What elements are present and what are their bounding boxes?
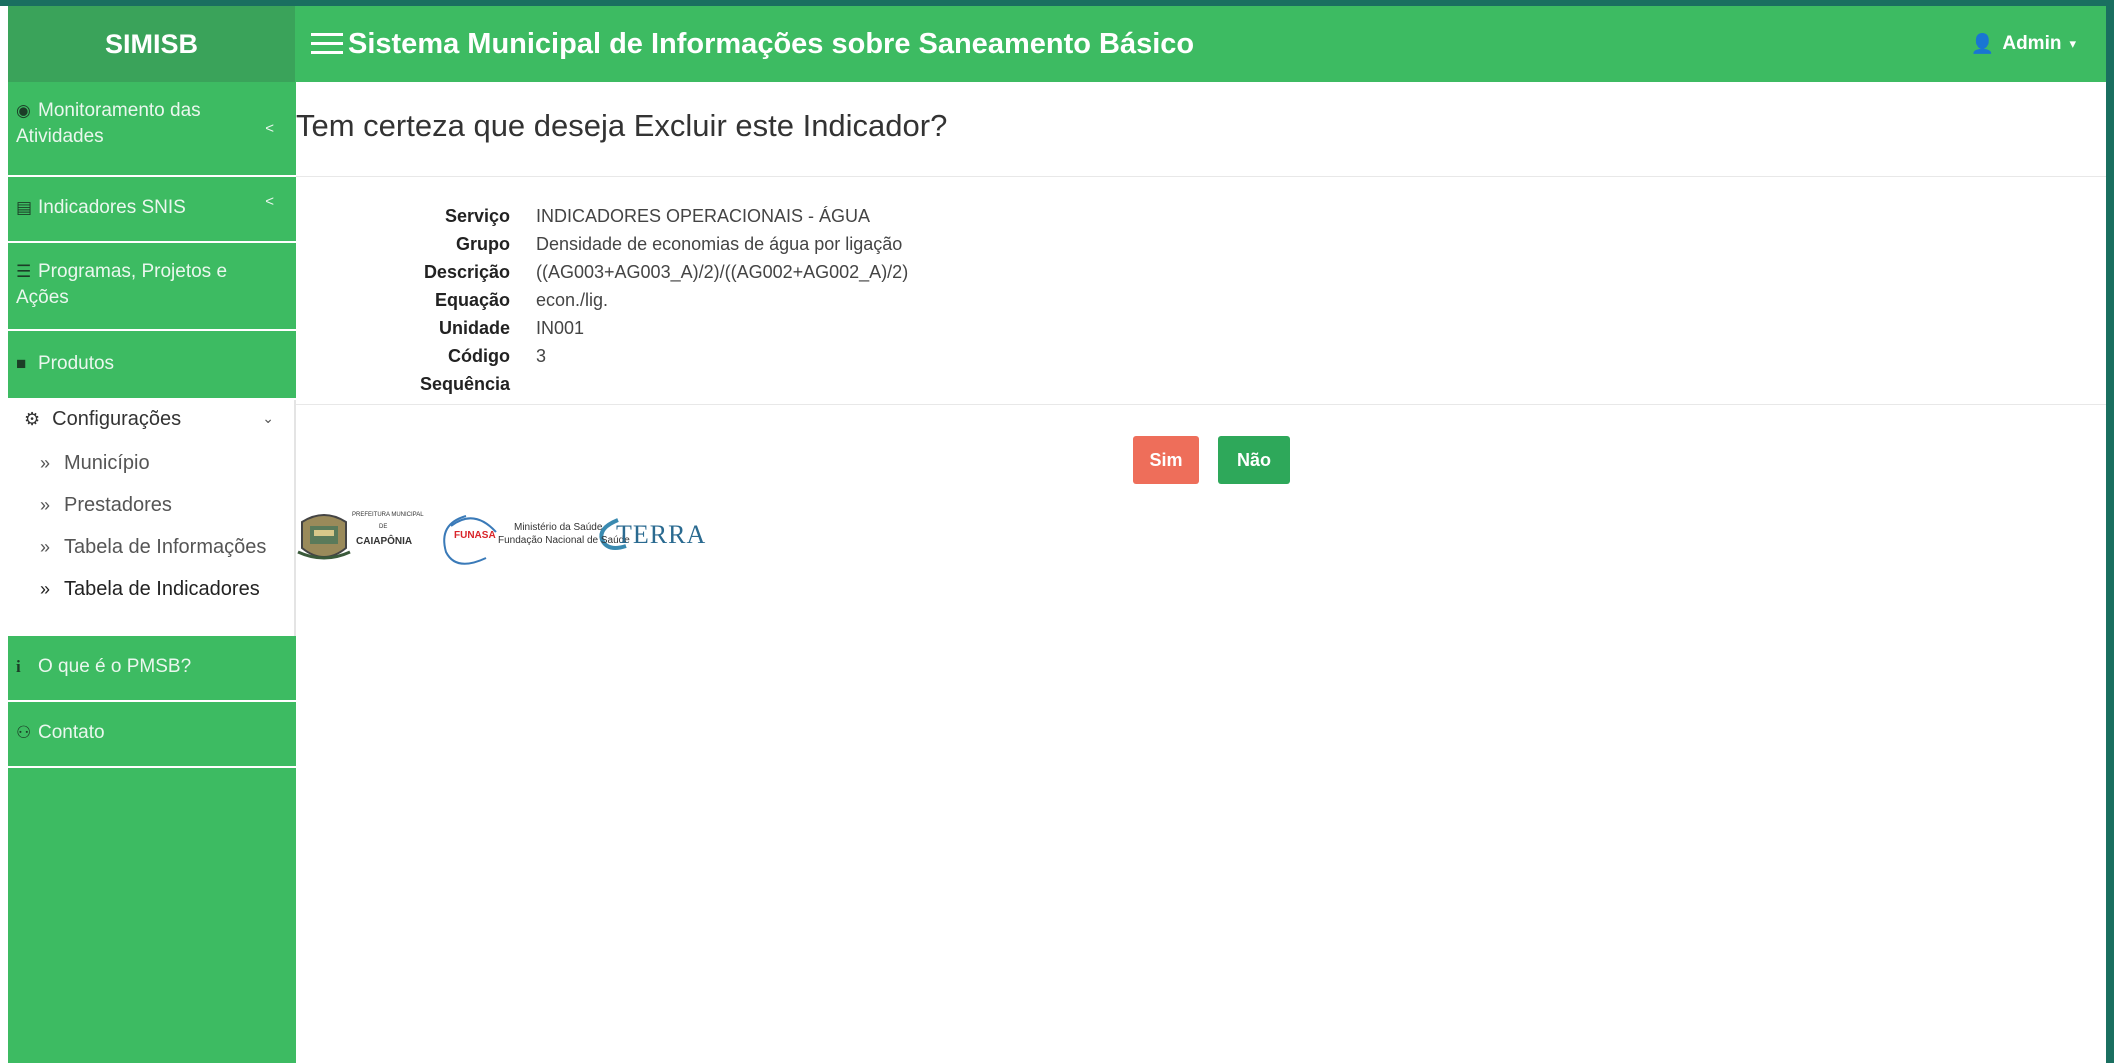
detail-label: Grupo [456,234,510,254]
detail-value: Densidade de economias de água por ligaç… [536,234,903,254]
main-content: Tem certeza que deseja Excluir este Indi… [296,82,2106,1063]
prefeitura-line3: CAIAPÔNIA [356,536,413,547]
submenu-item-tabela-indicadores[interactable]: » Tabela de Indicadores [40,578,260,601]
sidebar-item-programas[interactable]: ☰ Programas, Projetos e Ações [8,243,296,331]
user-menu[interactable]: 👤 Admin ▾ [1971,6,2076,82]
submenu-label: Tabela de Indicadores [64,578,260,600]
brand-logo[interactable]: SIMISB [8,6,295,82]
chevron-left-icon: < [265,193,274,210]
funasa-mark: FUNASA [454,530,496,541]
users-icon: ⚇ [16,723,32,742]
page-title: Tem certeza que deseja Excluir este Indi… [296,108,948,143]
double-chevron-icon: » [40,495,51,515]
prefeitura-line2: DE [379,524,388,530]
double-chevron-icon: » [40,453,51,473]
submenu-label: Tabela de Informações [64,536,267,558]
caret-down-icon: ▾ [2069,36,2076,51]
chevron-down-icon: ⌄ [262,410,274,426]
sidebar-item-pmsb[interactable]: i O que é o PMSB? [8,636,296,702]
submenu-item-tabela-informacoes[interactable]: » Tabela de Informações [40,536,266,559]
sidebar-item-monitoramento[interactable]: ◉ Monitoramento das Atividades < [8,82,296,177]
sidebar-item-label: Programas, Projetos e [38,261,228,282]
sidebar-item-label: Produtos [38,353,115,374]
sidebar-item-produtos[interactable]: ■ Produtos [8,331,296,400]
configuracoes-header[interactable]: ⚙ Configurações [24,408,181,431]
folder-icon: ■ [16,354,27,373]
chevron-left-icon: < [265,120,274,137]
detail-label: Unidade [438,318,510,338]
system-title: Sistema Municipal de Informações sobre S… [348,28,1195,60]
user-name: Admin [2002,33,2062,54]
detail-value: 3 [536,346,547,366]
double-chevron-icon: » [40,579,51,599]
sidebar-item-contato[interactable]: ⚇ Contato [8,702,296,768]
detail-label: Sequência [419,374,510,394]
double-chevron-icon: » [40,537,51,557]
top-navbar: SIMISB Sistema Municipal de Informações … [8,6,2106,82]
sidebar-item-label: Configurações [52,408,182,430]
user-icon: 👤 [1970,34,1995,55]
sidebar-item-configuracoes[interactable]: ⚙ Configurações ⌄ » Município » Prestadores… [8,400,296,636]
sidebar-item-label: Monitoramento das [38,100,201,121]
detail-label: Equação [434,290,510,310]
sidebar-item-label: Ações [16,287,69,308]
table-icon: ▤ [16,198,33,217]
confirm-no-button[interactable]: Não [1218,436,1290,484]
gear-icon: ⚙ [24,409,41,429]
dashboard-icon: ◉ [16,101,31,120]
detail-label: Código [448,346,510,366]
sidebar-item-label: Indicadores SNIS [38,197,186,218]
detail-label: Descrição [423,262,510,282]
detail-value: INDICADORES OPERACIONAIS - ÁGUA [536,206,871,226]
sidebar-item-label: Contato [38,722,105,743]
detail-value: ((AG003+AG003_A)/2)/((AG002+AG002_A)/2) [536,262,909,282]
submenu-label: Prestadores [64,494,172,516]
sidebar-item-indicadores-snis[interactable]: ▤ Indicadores SNIS < [8,177,296,243]
sidebar-item-label: O que é o PMSB? [38,656,192,677]
funasa-line2: Fundação Nacional de Saúde [498,535,630,546]
detail-value: IN001 [536,318,585,338]
detail-value: econ./lig. [536,290,609,310]
sidebar-item-label: Atividades [16,126,104,147]
terra-wordmark: TERRA [616,520,707,549]
detail-label: Serviço [444,206,510,226]
divider [296,404,2106,405]
submenu-item-municipio[interactable]: » Município [40,452,150,475]
window-right-border [2106,0,2114,1063]
funasa-line1: Ministério da Saúde [514,522,603,533]
prefeitura-seal-icon [297,514,351,560]
divider [296,176,2106,177]
info-icon: i [16,657,21,676]
partner-logos: PREFEITURA MUNICIPAL DE CAIAPÔNIA FUNASA… [296,502,705,572]
submenu-item-prestadores[interactable]: » Prestadores [40,494,172,517]
prefeitura-line1: PREFEITURA MUNICIPAL [352,512,424,518]
sidebar: ◉ Monitoramento das Atividades < ▤ Indicad… [8,82,296,1063]
confirm-yes-button[interactable]: Sim [1133,436,1199,484]
menu-toggle-icon[interactable] [311,33,343,55]
submenu-label: Município [64,452,150,474]
list-icon: ☰ [16,262,32,281]
